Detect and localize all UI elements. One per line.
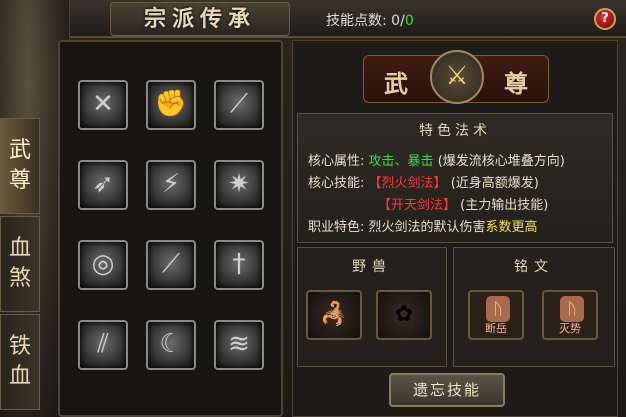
beast-box: 野兽 🦂 ✿ xyxy=(297,247,447,367)
rune-icon: ᚢ xyxy=(486,296,510,322)
tab-wuzun[interactable]: 武尊 xyxy=(0,118,40,214)
core-skill-row-2: 【开天剑法】 (主力输出技能) xyxy=(378,194,548,213)
scorpion-icon: 🦂 xyxy=(320,302,348,327)
pillar-burst-icon[interactable]: ✷ xyxy=(214,160,264,210)
tab-char: 煞 xyxy=(8,266,31,291)
core-skill-1[interactable]: 【烈火剑法】 xyxy=(369,176,447,191)
spirit-wave-icon[interactable]: ≋ xyxy=(214,320,264,370)
core-attr-label: 核心属性: xyxy=(308,154,365,169)
forget-skills-button[interactable]: 遗忘技能 xyxy=(389,373,505,407)
core-skill-2[interactable]: 【开天剑法】 xyxy=(378,198,456,213)
feature-label: 职业特色: xyxy=(308,220,365,235)
beast-slot-spirit[interactable]: ✿ xyxy=(376,290,432,340)
core-attr-value: 攻击、暴击 xyxy=(368,154,434,169)
tab-char: 尊 xyxy=(8,168,31,193)
sword-cross-icon[interactable]: ✕ xyxy=(78,80,128,130)
core-attr-note: (爆发流核心堆叠方向) xyxy=(437,154,565,169)
detail-panel: 武 ⚔ 尊 特色法术 核心属性: 攻击、暴击 (爆发流核心堆叠方向) 核心技能:… xyxy=(292,40,618,417)
special-title: 特色法术 xyxy=(419,123,491,139)
tab-xuesha[interactable]: 血煞 xyxy=(0,216,40,312)
beast-title: 野兽 xyxy=(352,259,392,275)
window-title: 宗派传承 xyxy=(110,2,290,36)
sword-plunge-icon[interactable]: † xyxy=(214,240,264,290)
beast-slot-scorpion[interactable]: 🦂 xyxy=(306,290,362,340)
whirlwind-icon[interactable]: ◎ xyxy=(78,240,128,290)
spirit-beast-icon: ✿ xyxy=(394,302,414,327)
special-skills-box: 特色法术 核心属性: 攻击、暴击 (爆发流核心堆叠方向) 核心技能: 【烈火剑法… xyxy=(297,113,613,243)
skill-points-label: 技能点数: xyxy=(326,13,387,29)
blade-slash-icon[interactable]: ⟋ xyxy=(214,80,264,130)
game-window: 宗派传承 技能点数: 0/0 ? 武尊 血煞 铁血 ✕ ✊ ⟋ ➶ ⚡ ✷ ◎ … xyxy=(0,0,626,417)
core-attr-row: 核心属性: 攻击、暴击 (爆发流核心堆叠方向) xyxy=(308,150,565,169)
swirl-strike-icon[interactable]: ➶ xyxy=(78,160,128,210)
rune-slot-duanyue[interactable]: ᚢ 断岳 xyxy=(468,290,524,340)
skill-grid: ✕ ✊ ⟋ ➶ ⚡ ✷ ◎ ⟋ † ⫽ ☾ ≋ xyxy=(58,40,283,417)
skill-points-current: 0 xyxy=(391,13,401,29)
tab-char: 武 xyxy=(8,138,31,163)
arc-sweep-icon[interactable]: ☾ xyxy=(146,320,196,370)
crest-left-char: 武 xyxy=(384,69,408,98)
crest-right-char: 尊 xyxy=(504,69,528,98)
sect-tabs: 武尊 血煞 铁血 xyxy=(0,118,40,412)
leaping-figure-icon[interactable]: ⚡ xyxy=(146,160,196,210)
tab-char: 铁 xyxy=(8,334,31,359)
chain-slash-icon[interactable]: ⫽ xyxy=(78,320,128,370)
rune-label: 断岳 xyxy=(485,322,507,335)
tab-char: 血 xyxy=(8,236,31,261)
skill-points: 技能点数: 0/0 xyxy=(326,10,414,30)
rune-icon: ᚢ xyxy=(560,296,584,322)
feature-highlight: 系数更高 xyxy=(485,220,538,235)
class-crest: 武 ⚔ 尊 xyxy=(363,50,549,104)
skill-points-max: 0 xyxy=(404,13,414,29)
class-feature-row: 职业特色: 烈火剑法的默认伤害系数更高 xyxy=(308,216,538,235)
rune-slot-mieshi[interactable]: ᚢ 灭势 xyxy=(542,290,598,340)
tab-tiexue[interactable]: 铁血 xyxy=(0,314,40,410)
crossed-swords-icon: ⚔ xyxy=(430,50,484,104)
core-skill-row: 核心技能: 【烈火剑法】 (近身高额爆发) xyxy=(308,172,539,191)
rune-label: 灭势 xyxy=(559,322,581,335)
tab-char: 血 xyxy=(8,364,31,389)
core-skill-2-note: (主力输出技能) xyxy=(460,198,549,213)
rune-title: 铭文 xyxy=(514,259,554,275)
core-skill-label: 核心技能: xyxy=(308,176,365,191)
rune-box: 铭文 ᚢ 断岳 ᚢ 灭势 xyxy=(453,247,615,367)
core-skill-1-note: (近身高额爆发) xyxy=(450,176,539,191)
top-bar xyxy=(0,0,626,38)
fist-icon[interactable]: ✊ xyxy=(146,80,196,130)
feather-blade-icon[interactable]: ⟋ xyxy=(146,240,196,290)
feature-text: 烈火剑法的默认伤害 xyxy=(368,220,486,235)
help-icon[interactable]: ? xyxy=(594,8,616,30)
